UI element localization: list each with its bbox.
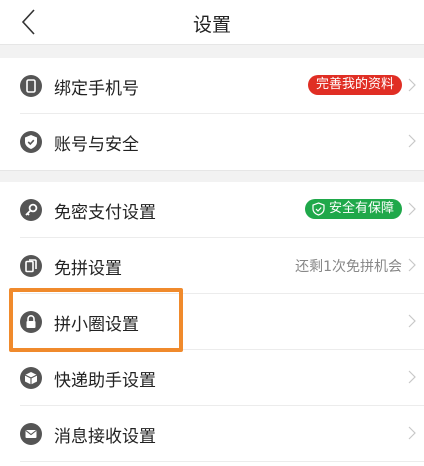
header-bar: 设置 [0, 0, 424, 44]
complete-profile-badge[interactable]: 完善我的资料 [307, 75, 402, 95]
settings-item-courier-assistant[interactable]: 快递助手设置 [0, 350, 424, 406]
chevron-right-icon [408, 134, 416, 148]
security-badge-text: 安全有保障 [328, 201, 394, 216]
free-group-remaining-text: 还剩1次免拼机会 [295, 259, 402, 275]
settings-item-password-free-payment[interactable]: 免密支付设置 安全有保障 [0, 182, 424, 238]
shield-check-icon [20, 131, 42, 153]
settings-item-label: 免拼设置 [54, 259, 122, 279]
chevron-right-icon [408, 426, 416, 440]
settings-item-label: 账号与安全 [54, 135, 139, 155]
chevron-right-icon [408, 314, 416, 328]
package-icon [20, 367, 42, 389]
settings-item-free-group[interactable]: 免拼设置 还剩1次免拼机会 [0, 238, 424, 294]
chevron-right-icon [408, 370, 416, 384]
settings-item-message-receiving[interactable]: 消息接收设置 [0, 406, 424, 462]
settings-item-account-security[interactable]: 账号与安全 [0, 114, 424, 170]
chevron-right-icon [408, 202, 416, 216]
key-icon [20, 199, 42, 221]
settings-item-label: 免密支付设置 [54, 203, 156, 223]
shield-check-icon [312, 202, 325, 216]
section-gap [0, 44, 424, 59]
settings-item-label: 消息接收设置 [54, 427, 156, 447]
settings-item-bind-phone[interactable]: 绑定手机号 完善我的资料 [0, 58, 424, 114]
chevron-right-icon [408, 78, 416, 92]
coupon-icon [20, 255, 42, 277]
settings-item-pin-circle[interactable]: 拼小圈设置 [0, 294, 424, 350]
settings-item-label: 快递助手设置 [54, 371, 156, 391]
settings-item-label: 绑定手机号 [54, 79, 139, 99]
chevron-right-icon [408, 258, 416, 272]
row-divider [20, 461, 424, 462]
mail-icon [20, 423, 42, 445]
lock-icon [20, 311, 42, 333]
settings-item-label: 拼小圈设置 [54, 315, 139, 335]
page-title: 设置 [192, 14, 231, 36]
security-guarantee-badge[interactable]: 安全有保障 [304, 199, 402, 219]
phone-icon [20, 75, 42, 97]
